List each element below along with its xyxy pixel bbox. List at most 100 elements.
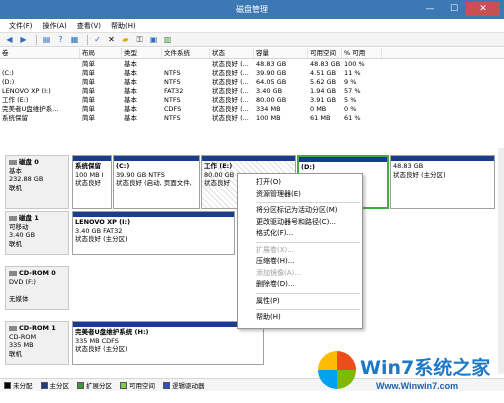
partition-status: 状态良好 (主分区) (75, 345, 128, 353)
disk-size: 335 MB (9, 341, 34, 349)
forward-icon[interactable]: ▶ (18, 34, 29, 45)
vertical-scrollbar[interactable] (498, 148, 504, 374)
column-header[interactable]: 可用空间 (308, 48, 342, 58)
delete-icon[interactable]: ✕ (106, 34, 117, 45)
partition[interactable]: 完美者U盘维护系统 (H:) 335 MB CDFS 状态良好 (主分区) (72, 321, 264, 365)
volume-cell: 61 % (344, 114, 361, 122)
volume-cell: 0 MB (310, 105, 327, 113)
disk-type: 可移动 (9, 222, 29, 231)
volume-cell: 0 % (344, 105, 357, 113)
volume-cell: 简单 (82, 114, 95, 122)
partition-name: (D:) (301, 163, 315, 171)
volume-row[interactable]: (D:) 简单 基本 NTFS 状态良好 (... 64.05 GB 5.62 GB 9 % (0, 77, 504, 86)
watermark: Win7系统之家 Www.Winwin7.com (318, 347, 504, 403)
volume-row[interactable]: 简单 基本 状态良好 (... 48.83 GB 48.83 GB 100 % (0, 59, 504, 68)
volume-cell: 5.62 GB (310, 78, 337, 86)
partition[interactable]: LENOVO XP (I:) 3.40 GB FAT32 状态良好 (主分区) (72, 211, 235, 255)
toolbar-separator (36, 34, 37, 45)
volume-cell: LENOVO XP (I:) (2, 87, 51, 95)
context-menu-item[interactable]: 资源管理器(E) (238, 189, 362, 201)
volume-row[interactable]: (C:) 简单 基本 NTFS 状态良好 (... 39.90 GB 4.51 GB 11 % (0, 68, 504, 77)
volume-cell: 状态良好 (... (212, 87, 249, 95)
volume-cell: 基本 (124, 105, 137, 113)
context-menu-item[interactable]: 帮助(H) (238, 312, 362, 324)
volume-row[interactable]: 工作 (E:) 简单 基本 NTFS 状态良好 (... 80.00 GB 3.91 GB 5… (0, 95, 504, 104)
context-menu-item[interactable]: 将分区标记为活动分区(M) (238, 205, 362, 217)
volume-cell: NTFS (164, 69, 181, 77)
partition-status: 状态良好 (启动, 页面文件, (116, 179, 192, 187)
column-header[interactable]: 状态 (210, 48, 254, 58)
close-button[interactable]: ✕ (466, 2, 500, 16)
disk-icon[interactable]: ▥ (162, 34, 173, 45)
context-menu-item[interactable]: 更改驱动器号和路径(C)... (238, 217, 362, 229)
partition-name: 完美者U盘维护系统 (H:) (75, 328, 149, 336)
volume-cell: 4.51 GB (310, 69, 337, 77)
menu-help[interactable]: 帮助(H) (106, 19, 141, 32)
disk-name: CD-ROM 1 (19, 324, 56, 332)
properties-icon[interactable]: ▣ (148, 34, 159, 45)
partition[interactable]: (C:) 39.90 GB NTFS 状态良好 (启动, 页面文件, (113, 155, 200, 209)
context-menu-item[interactable]: 打开(O) (238, 177, 362, 189)
volume-row[interactable]: 完美者U盘维护系... 简单 基本 CDFS 状态良好 (... 334 MB 0 MB 0 … (0, 104, 504, 113)
partition-size: 3.40 GB FAT32 (75, 226, 123, 235)
context-menu-item[interactable]: 压缩卷(H)... (238, 256, 362, 268)
volume-cell: 工作 (E:) (2, 96, 29, 104)
column-header[interactable]: 容量 (254, 48, 308, 58)
list-icon[interactable]: ▦ (69, 34, 80, 45)
menu-view[interactable]: 查看(V) (72, 19, 106, 32)
volume-cell: FAT32 (164, 87, 184, 95)
column-header[interactable]: 布局 (80, 48, 122, 58)
volume-cell: 100 % (344, 60, 365, 68)
disk-info[interactable]: CD-ROM 0 DVD (F:) 无媒体 (5, 266, 69, 310)
console-tree-icon[interactable]: ▤ (41, 34, 52, 45)
volume-cell: 基本 (124, 114, 137, 122)
context-menu-item[interactable]: 格式化(F)... (238, 228, 362, 240)
volume-cell: 基本 (124, 96, 137, 104)
disk-type: 基本 (9, 166, 22, 175)
volume-row[interactable]: 系统保留 简单 基本 NTFS 状态良好 (... 100 MB 61 MB 61 % (0, 113, 504, 122)
folder-icon[interactable]: ▰ (120, 34, 131, 45)
volume-cell: (D:) (2, 78, 15, 86)
help-icon[interactable]: ? (55, 34, 66, 45)
context-menu-item: 添加镜像(A)... (256, 268, 301, 277)
back-icon[interactable]: ◀ (4, 34, 15, 45)
partition-size: 48.83 GB (393, 162, 424, 170)
key-icon[interactable]: ⚿ (134, 34, 145, 45)
partition-size: 335 MB CDFS (75, 336, 119, 345)
context-menu-item[interactable]: 删除卷(D)... (238, 279, 362, 291)
menu-action[interactable]: 操作(A) (38, 19, 72, 32)
column-header[interactable]: 卷 (0, 48, 80, 58)
maximize-button[interactable]: ☐ (442, 2, 466, 16)
volume-cell: 简单 (82, 87, 95, 95)
volume-list-body: 简单 基本 状态良好 (... 48.83 GB 48.83 GB 100 % (C:) 简单… (0, 59, 504, 122)
volume-cell: 状态良好 (... (212, 69, 249, 77)
volume-cell: 简单 (82, 69, 95, 77)
column-header[interactable]: 文件系统 (162, 48, 210, 58)
minimize-button[interactable]: — (418, 2, 442, 16)
volume-cell: 简单 (82, 96, 95, 104)
volume-cell: 3.40 GB (256, 87, 283, 95)
volume-cell: 48.83 GB (310, 60, 341, 68)
disk-info[interactable]: 磁盘 0 基本 232.88 GB 联机 (5, 155, 69, 209)
disk-type: CD-ROM (9, 332, 37, 341)
disk-info[interactable]: 磁盘 1 可移动 3.40 GB 联机 (5, 211, 69, 255)
context-menu-item[interactable]: 属性(P) (238, 296, 362, 308)
context-menu-item: 扩展卷(X)... (256, 245, 294, 254)
partition-size: 100 MB I (75, 170, 104, 179)
check-icon[interactable]: ✓ (92, 34, 103, 45)
column-header[interactable]: % 可用 (342, 48, 382, 58)
disk-status: 联机 (9, 183, 22, 192)
volume-cell: 状态良好 (... (212, 96, 249, 104)
partition[interactable]: 48.83 GB 状态良好 (主分区) (390, 155, 495, 209)
menu-separator (256, 202, 360, 203)
volume-row[interactable]: LENOVO XP (I:) 简单 基本 FAT32 状态良好 (... 3.40 GB 1… (0, 86, 504, 95)
menu-file[interactable]: 文件(F) (4, 19, 38, 32)
legend-item: 可用空间 (120, 380, 155, 390)
disk-info[interactable]: CD-ROM 1 CD-ROM 335 MB 联机 (5, 321, 69, 365)
column-header[interactable]: 类型 (122, 48, 162, 58)
disk-status: 联机 (9, 239, 22, 248)
partition[interactable]: 系统保留 100 MB I 状态良好 (72, 155, 112, 209)
volume-cell: (C:) (2, 69, 14, 77)
volume-cell: 状态良好 (... (212, 78, 249, 86)
volume-cell: 简单 (82, 105, 95, 113)
